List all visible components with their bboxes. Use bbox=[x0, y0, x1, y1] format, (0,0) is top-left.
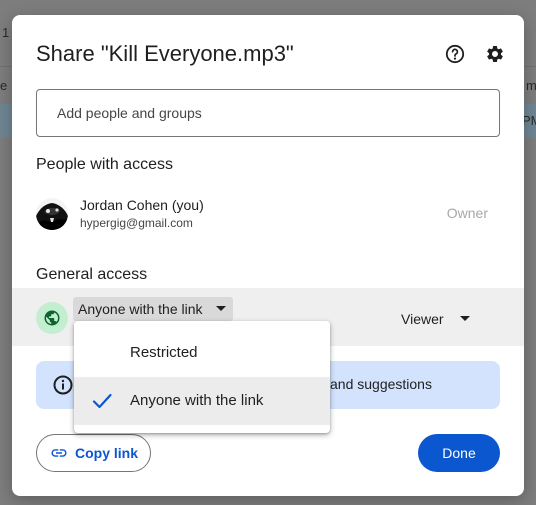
menu-item-label: Anyone with the link bbox=[130, 392, 264, 409]
info-icon bbox=[53, 375, 73, 395]
person-role: Owner bbox=[446, 205, 488, 221]
background-text: m bbox=[526, 78, 536, 93]
copy-link-label: Copy link bbox=[75, 445, 139, 461]
menu-item-anyone-with-link[interactable]: Anyone with the link bbox=[74, 377, 330, 425]
general-access-dropdown[interactable]: Anyone with the link bbox=[73, 297, 233, 321]
copy-link-button[interactable]: Copy link bbox=[36, 434, 151, 472]
link-icon bbox=[51, 449, 67, 457]
info-banner-text: and suggestions bbox=[330, 376, 432, 392]
general-access-menu: Restricted Anyone with the link bbox=[74, 321, 330, 433]
background-text: PM bbox=[522, 113, 536, 128]
avatar bbox=[36, 198, 68, 230]
person-row: Jordan Cohen (you) hypergig@gmail.com Ow… bbox=[36, 196, 500, 232]
menu-item-label: Restricted bbox=[130, 344, 198, 361]
menu-item-restricted[interactable]: Restricted bbox=[74, 329, 330, 377]
done-button[interactable]: Done bbox=[418, 434, 500, 472]
globe-icon bbox=[36, 302, 68, 334]
dialog-title: Share "Kill Everyone.mp3" bbox=[36, 41, 294, 66]
person-email: hypergig@gmail.com bbox=[80, 216, 193, 230]
background-text: e bbox=[0, 78, 8, 93]
link-role-value: Viewer bbox=[401, 311, 444, 327]
background-text: 1 bbox=[2, 25, 10, 40]
help-circle-icon[interactable] bbox=[444, 43, 466, 65]
person-name: Jordan Cohen (you) bbox=[80, 197, 204, 213]
gear-icon[interactable] bbox=[484, 43, 506, 65]
people-section-title: People with access bbox=[36, 156, 173, 173]
link-role-dropdown[interactable]: Viewer bbox=[401, 309, 474, 329]
add-people-input[interactable] bbox=[36, 89, 500, 137]
caret-down-icon bbox=[215, 306, 226, 311]
caret-down-icon bbox=[459, 316, 470, 321]
checkmark-icon bbox=[92, 393, 112, 409]
general-access-title: General access bbox=[36, 266, 148, 283]
general-access-value: Anyone with the link bbox=[78, 301, 203, 317]
